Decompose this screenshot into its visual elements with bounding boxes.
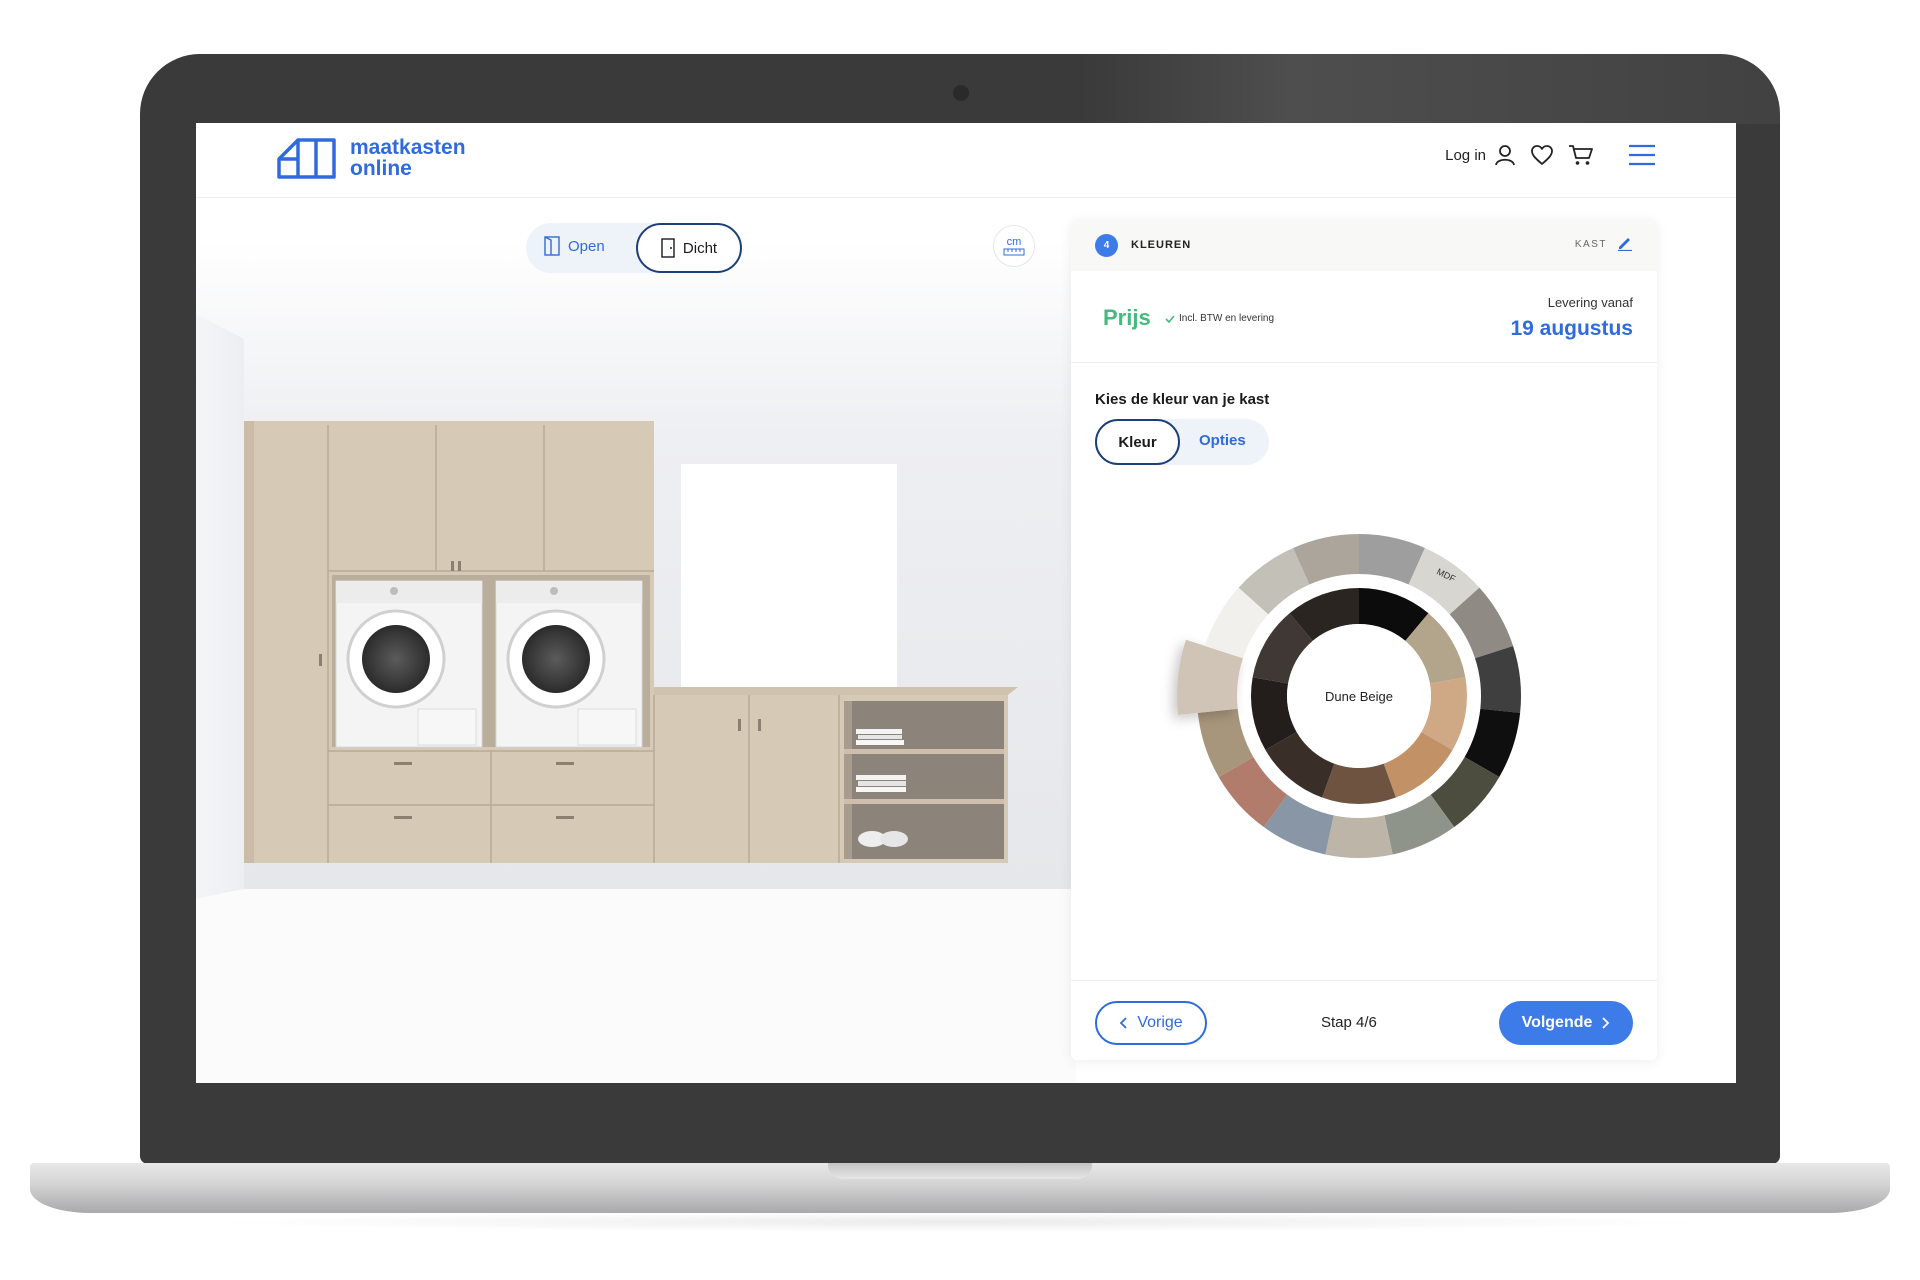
edit-cabinet-button[interactable] (1617, 235, 1633, 256)
laptop-camera (953, 85, 969, 101)
color-subtabs: Kleur Opties (1095, 419, 1269, 465)
cabinet-render (196, 199, 1076, 1083)
login-link[interactable]: Log in (1445, 144, 1516, 166)
next-button[interactable]: Volgende (1499, 1001, 1633, 1045)
color-wheel[interactable]: Dune Beige MDF (1144, 481, 1574, 911)
section-label: KAST (1574, 239, 1607, 250)
next-label: Volgende (1521, 1014, 1593, 1031)
chevron-right-icon (1602, 1017, 1610, 1029)
login-label: Log in (1445, 146, 1486, 164)
logo-line-1: maatkasten (350, 136, 466, 159)
delivery-date: 19 augustus (1510, 317, 1633, 340)
logo-text: maatkasten online (350, 137, 466, 179)
site-logo[interactable]: maatkasten online (276, 137, 466, 179)
unit-label: cm (1006, 236, 1022, 248)
price-note: Incl. BTW en levering (1165, 313, 1274, 324)
previous-button[interactable]: Vorige (1095, 1001, 1207, 1045)
configurator-panel: 4 KLEUREN KAST Prijs Incl. BTW en leveri… (1071, 219, 1657, 1060)
step-title: KLEUREN (1131, 239, 1192, 251)
price-row: Prijs Incl. BTW en levering Levering van… (1071, 271, 1657, 363)
heart-icon (1531, 145, 1553, 165)
logo-icon (277, 138, 336, 179)
door-closed-icon (661, 238, 675, 258)
panel-footer: Vorige Stap 4/6 Volgende (1071, 980, 1657, 1060)
wishlist-button[interactable] (1530, 144, 1554, 166)
choose-color-title: Kies de kleur van je kast (1095, 391, 1270, 408)
menu-icon (1629, 144, 1655, 166)
chevron-left-icon (1120, 1017, 1127, 1029)
price-label: Prijs (1103, 305, 1151, 330)
cabinet-3d-viewer[interactable]: Open Dicht cm (196, 199, 1076, 1083)
check-icon (1165, 314, 1175, 323)
door-open-icon (544, 236, 560, 256)
nav-actions: Log in (1445, 143, 1656, 167)
toggle-closed-label: Dicht (682, 239, 718, 257)
cart-button[interactable] (1568, 143, 1594, 167)
menu-button[interactable] (1628, 143, 1656, 167)
top-navigation: maatkasten online Log in (196, 123, 1736, 198)
floor-shadow (200, 1212, 1720, 1232)
color-swatch-inner[interactable] (1322, 763, 1396, 804)
cart-icon (1569, 145, 1593, 165)
measurement-toggle[interactable]: cm (993, 225, 1035, 267)
bezel-gloss (1080, 54, 1780, 124)
selected-color-name: Dune Beige (1325, 689, 1393, 704)
pencil-icon (1618, 238, 1632, 252)
step-indicator: Stap 4/6 (1321, 1014, 1377, 1031)
logo-line-2: online (350, 157, 412, 180)
door-view-toggle: Open Dicht (526, 223, 742, 273)
stage: maatkasten online Log in Open Dicht cm 4… (0, 0, 1920, 1280)
color-swatch-outer[interactable] (1325, 815, 1393, 858)
step-number-badge: 4 (1095, 234, 1118, 257)
screen: maatkasten online Log in Open Dicht cm 4… (196, 123, 1736, 1083)
previous-label: Vorige (1137, 1014, 1183, 1031)
user-icon (1495, 145, 1515, 166)
toggle-open-label: Open (568, 237, 605, 255)
delivery-label: Levering vanaf (1547, 295, 1633, 310)
panel-header: 4 KLEUREN KAST (1071, 219, 1657, 271)
tab-opties[interactable]: Opties (1199, 432, 1246, 449)
laptop-notch (828, 1163, 1092, 1179)
toggle-open-button[interactable]: Open (544, 236, 605, 256)
price-note-text: Incl. BTW en levering (1179, 313, 1275, 324)
tab-kleur[interactable]: Kleur (1095, 419, 1180, 465)
ruler-icon (1003, 248, 1025, 256)
toggle-closed-button[interactable]: Dicht (636, 223, 742, 273)
